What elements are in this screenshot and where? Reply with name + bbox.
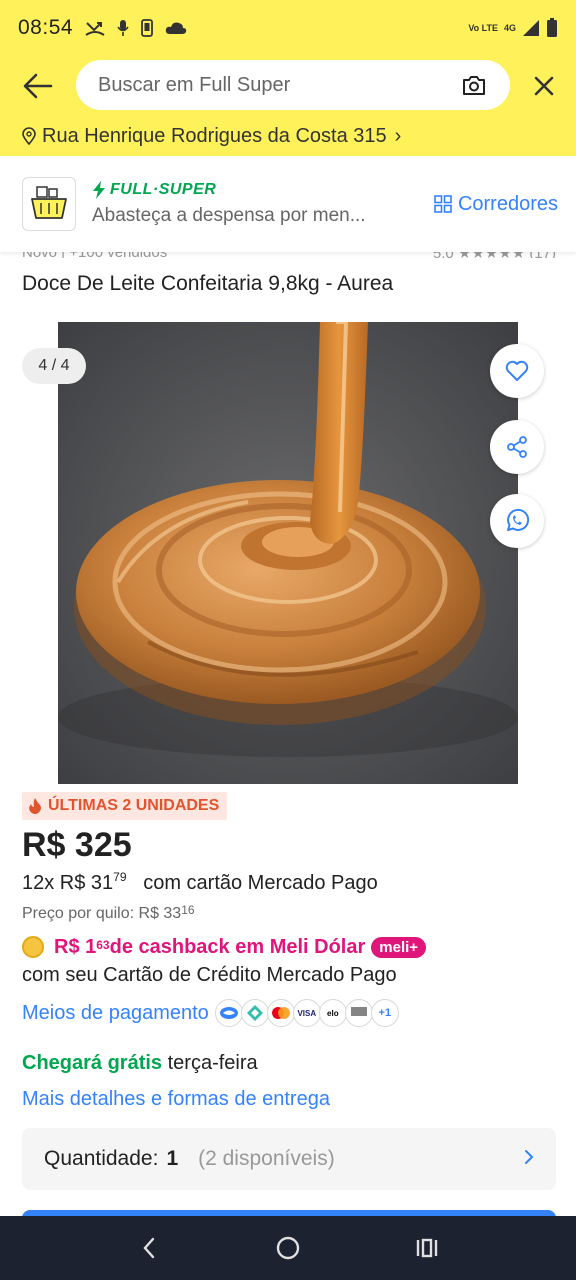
share-icon	[507, 436, 527, 458]
nav-back-button[interactable]	[125, 1224, 173, 1272]
back-button[interactable]	[20, 68, 56, 104]
close-icon	[534, 76, 554, 96]
installments-cents: 79	[113, 870, 127, 884]
phone-icon	[141, 19, 153, 37]
close-button[interactable]	[526, 68, 562, 104]
lightning-icon	[93, 181, 105, 199]
mastercard-icon	[266, 999, 295, 1027]
installments-amount: 12x R$ 31	[22, 872, 114, 894]
corridors-button[interactable]: Corredores	[434, 193, 558, 216]
shopping-basket-icon	[31, 186, 67, 219]
store-brand: FULL·SUPER	[92, 181, 404, 199]
store-brand-label: FULL·SUPER	[110, 181, 217, 198]
chevron-right-icon	[524, 1148, 534, 1171]
arrow-left-icon	[23, 73, 53, 99]
installments-text: 12x R$ 3179 com cartão Mercado Pago	[22, 870, 378, 895]
cloud-icon	[165, 21, 187, 35]
nav-recents-button[interactable]	[403, 1224, 451, 1272]
shipping-info: Chegará grátis terça-feira	[22, 1052, 258, 1075]
delivery-details-link[interactable]: Mais detalhes e formas de entrega	[22, 1088, 330, 1111]
meli-plus-badge: meli+	[371, 936, 427, 958]
quantity-available: (2 disponíveis)	[198, 1147, 335, 1170]
nav-home-button[interactable]	[264, 1224, 312, 1272]
more-payment-methods[interactable]: +1	[370, 999, 399, 1027]
product-price: R$ 325	[22, 826, 132, 864]
search-input[interactable]	[98, 73, 460, 97]
share-button[interactable]	[490, 420, 544, 474]
product-image[interactable]	[58, 322, 518, 784]
quantity-value: 1	[166, 1147, 179, 1170]
status-bar: 08:54 Vo LTE 4G	[0, 0, 576, 56]
search-bar[interactable]	[76, 60, 510, 110]
signal-icon	[522, 19, 540, 37]
product-title: Doce De Leite Confeitaria 9,8kg - Aurea	[22, 272, 394, 295]
last-units-text: ÚLTIMAS 2 UNIDADES	[48, 797, 220, 814]
camera-icon[interactable]	[460, 71, 488, 99]
payment-methods-row[interactable]: Meios de pagamento VISA elo +1	[22, 998, 399, 1028]
quantity-selector[interactable]: Quantidade: 1 (2 disponíveis)	[22, 1128, 556, 1190]
network-type-indicator: 4G	[503, 22, 516, 33]
visa-icon: VISA	[292, 999, 321, 1027]
corridors-label: Corredores	[457, 192, 558, 215]
installments-condition: com cartão Mercado Pago	[143, 872, 378, 894]
price-per-kilo: Preço por quilo: R$ 3316	[22, 903, 195, 923]
system-nav-bar	[0, 1216, 576, 1280]
mercado-pago-icon	[214, 999, 243, 1027]
quantity-label: Quantidade:	[44, 1147, 159, 1170]
volte-indicator: Vo LTE	[468, 22, 498, 33]
location-pin-icon	[22, 127, 36, 145]
payment-methods-link[interactable]: Meios de pagamento	[22, 1002, 209, 1025]
missed-call-icon	[85, 19, 105, 37]
recents-icon	[416, 1238, 437, 1258]
cashback-cents: 63	[96, 938, 110, 952]
free-shipping-label: Chegará grátis	[22, 1052, 163, 1074]
price-per-kilo-amount: Preço por quilo: R$ 33	[22, 905, 182, 922]
grid-icon	[434, 195, 452, 213]
chevron-left-icon	[143, 1237, 155, 1259]
cashback-condition: com seu Cartão de Crédito Mercado Pago	[22, 964, 397, 986]
elo-icon: elo	[318, 999, 347, 1027]
home-circle-icon	[276, 1236, 300, 1260]
product-gallery[interactable]: 4 / 4	[0, 322, 576, 784]
pix-icon	[240, 999, 269, 1027]
status-time: 08:54	[18, 16, 74, 39]
battery-icon	[546, 18, 558, 38]
search-header	[0, 56, 576, 116]
address-text: Rua Henrique Rodrigues da Costa 315	[42, 124, 387, 147]
store-banner[interactable]: FULL·SUPER Abasteça a despensa por men..…	[0, 156, 576, 252]
whatsapp-button[interactable]	[490, 494, 544, 548]
price-per-kilo-cents: 16	[181, 903, 195, 917]
chevron-right-icon: ›	[394, 124, 402, 147]
whatsapp-icon	[507, 508, 530, 531]
flame-icon	[29, 798, 41, 814]
favorite-button[interactable]	[490, 344, 544, 398]
shipping-day: terça-feira	[167, 1052, 258, 1074]
cashback-amount: R$ 1	[54, 935, 97, 958]
cashback-row[interactable]: R$ 1 63 de cashback em Meli Dólar meli+	[22, 932, 427, 962]
boleto-icon	[344, 999, 373, 1027]
store-logo	[22, 177, 76, 231]
coin-icon	[22, 936, 44, 958]
last-units-badge: ÚLTIMAS 2 UNIDADES	[22, 792, 228, 820]
store-tagline: Abasteça a despensa por men...	[92, 205, 366, 226]
cashback-text: de cashback em Meli Dólar	[109, 935, 366, 958]
image-counter: 4 / 4	[22, 348, 86, 384]
heart-icon	[505, 360, 529, 381]
microphone-icon	[117, 19, 129, 37]
delivery-address-bar[interactable]: Rua Henrique Rodrigues da Costa 315 ›	[0, 116, 576, 156]
